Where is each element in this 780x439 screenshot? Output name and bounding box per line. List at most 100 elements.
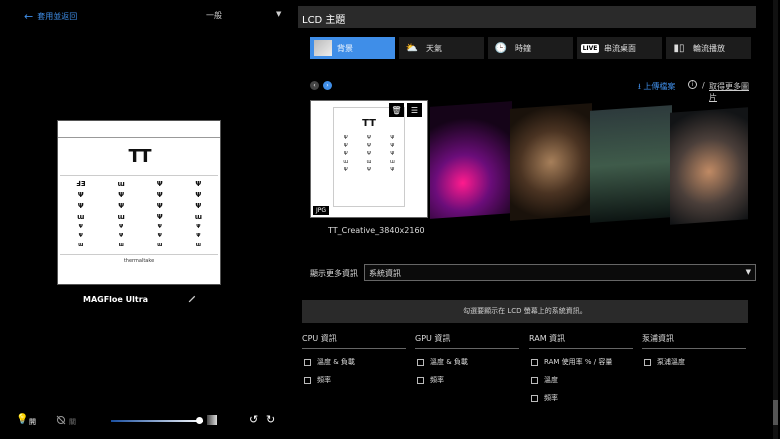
gallery-item[interactable] bbox=[430, 101, 512, 219]
image-gallery: TT ΨΨΨɯΨ ΨΨΨɯΨ ΨΨΨɯΨ 🗑 ☰ JPG bbox=[310, 100, 756, 225]
info-hint: 勾選要顯示在 LCD 螢幕上的系統資訊。 bbox=[302, 300, 748, 323]
thumb-preview: TT ΨΨΨɯΨ ΨΨΨɯΨ ΨΨΨɯΨ bbox=[333, 107, 405, 207]
device-name: MAGFloe Ultra bbox=[83, 295, 149, 304]
chevron-down-icon[interactable]: ▼ bbox=[276, 10, 281, 18]
more-info-label: 顯示更多資訊 bbox=[310, 269, 358, 278]
image-icon bbox=[314, 40, 332, 56]
checkbox-cpu-frequency[interactable]: 頻率 bbox=[304, 375, 406, 385]
chevron-right-icon[interactable]: › bbox=[323, 81, 332, 90]
gallery-item[interactable] bbox=[510, 103, 592, 221]
checkbox-label: 泵浦溫度 bbox=[657, 358, 685, 366]
checkbox-icon[interactable] bbox=[304, 376, 311, 384]
gallery-item[interactable] bbox=[670, 107, 748, 225]
arrow-left-icon: ← bbox=[24, 9, 34, 23]
tab-label: 天氣 bbox=[426, 43, 442, 53]
chevron-left-icon[interactable]: ‹ bbox=[310, 81, 319, 90]
fan-off-label: 關 bbox=[69, 418, 76, 426]
mode-select[interactable]: 一般 bbox=[206, 10, 222, 21]
checkbox-label: 頻率 bbox=[430, 376, 444, 384]
checkbox-cpu-temp-load[interactable]: 溫度 & 負載 bbox=[304, 357, 406, 367]
brightness-icon bbox=[207, 415, 217, 425]
lcd-theme-panel: LCD 主題 背景 ⛅ 天氣 🕒 時鐘 LIVE 串流桌面 ▮▯ 輪流播放 ‹ … bbox=[298, 0, 756, 439]
info-type-value: 系統資訊 bbox=[369, 269, 401, 278]
lcd-preview: TT ℲƎ Ψ Ψɯ Ψ Ψɯ ɯΨΨɯΨΨɯ ΨΨΨΨΨΨɯ ΨΨΨɯΨΨɯ ther… bbox=[57, 120, 221, 285]
group-head: RAM 資訊 bbox=[529, 333, 633, 349]
pencil-icon[interactable] bbox=[188, 294, 197, 303]
upload-file-link[interactable]: ⭳ 上傳檔案 bbox=[638, 81, 675, 95]
checkbox-icon[interactable] bbox=[417, 376, 424, 384]
checkbox-label: 溫度 bbox=[544, 376, 558, 384]
light-on-label: 開 bbox=[29, 418, 36, 426]
group-head: CPU 資訊 bbox=[302, 333, 406, 349]
info-icon[interactable]: i bbox=[688, 80, 697, 89]
chevron-down-icon: ▼ bbox=[745, 268, 751, 276]
tab-live-desktop[interactable]: LIVE 串流桌面 bbox=[577, 37, 662, 59]
group-head: GPU 資訊 bbox=[415, 333, 519, 349]
tt-logo-icon: TT bbox=[362, 118, 376, 129]
slideshow-icon: ▮▯ bbox=[673, 42, 685, 54]
checkbox-gpu-temp-load[interactable]: 溫度 & 負載 bbox=[417, 357, 519, 367]
tab-weather[interactable]: ⛅ 天氣 bbox=[399, 37, 484, 59]
preview-topbar bbox=[58, 121, 220, 138]
device-panel: ← 套用並返回 一般 ▼ TT ℲƎ Ψ Ψɯ Ψ Ψɯ ɯΨΨɯΨΨɯ ΨΨΨΨΨΨɯ… bbox=[0, 0, 292, 439]
tab-slideshow[interactable]: ▮▯ 輪流播放 bbox=[666, 37, 751, 59]
page-title: LCD 主題 bbox=[302, 15, 346, 26]
upload-file-label: 上傳檔案 bbox=[643, 82, 676, 91]
rotate-left-icon[interactable]: ↺ bbox=[249, 413, 258, 426]
preview-column-icon: ℲƎ Ψ Ψɯ Ψ Ψɯ bbox=[75, 180, 86, 248]
brightness-slider-handle[interactable] bbox=[196, 417, 204, 424]
lcd-theme-header: LCD 主題 bbox=[298, 6, 756, 28]
tt-logo-icon: TT bbox=[128, 146, 152, 167]
group-pump: 泵浦資訊 泵浦溫度 bbox=[642, 333, 746, 367]
checkbox-icon[interactable] bbox=[531, 358, 538, 366]
theme-tabs: 背景 ⛅ 天氣 🕒 時鐘 LIVE 串流桌面 ▮▯ 輪流播放 bbox=[310, 37, 751, 59]
gallery-nav: ‹ › bbox=[310, 81, 332, 90]
tab-label: 時鐘 bbox=[515, 43, 531, 53]
checkbox-icon[interactable] bbox=[304, 358, 311, 366]
thumb-column-icon: ΨΨΨɯΨ bbox=[343, 135, 349, 173]
gallery-item-selected[interactable]: TT ΨΨΨɯΨ ΨΨΨɯΨ ΨΨΨɯΨ 🗑 ☰ JPG bbox=[310, 100, 428, 218]
group-cpu: CPU 資訊 溫度 & 負載 頻率 bbox=[302, 333, 406, 385]
checkbox-icon[interactable] bbox=[531, 394, 538, 402]
bulb-icon[interactable]: 💡 bbox=[16, 414, 28, 425]
separator-slash: / bbox=[702, 81, 705, 90]
brightness-slider[interactable] bbox=[111, 417, 204, 424]
tab-clock[interactable]: 🕒 時鐘 bbox=[488, 37, 573, 59]
rotate-right-icon[interactable]: ↻ bbox=[266, 413, 275, 426]
preview-column-icon: ΨΨΨɯΨΨɯ bbox=[194, 180, 203, 248]
selected-image-caption: TT_Creative_3840x2160 bbox=[328, 226, 425, 235]
checkbox-ram-usage[interactable]: RAM 使用率 % / 容量 bbox=[531, 357, 633, 367]
tab-background[interactable]: 背景 bbox=[310, 37, 395, 59]
checkbox-icon[interactable] bbox=[644, 358, 651, 366]
group-ram: RAM 資訊 RAM 使用率 % / 容量 溫度 頻率 bbox=[529, 333, 633, 403]
info-type-select[interactable]: 系統資訊 ▼ bbox=[364, 264, 756, 281]
checkbox-pump-temp[interactable]: 泵浦溫度 bbox=[644, 357, 746, 367]
checkbox-gpu-frequency[interactable]: 頻率 bbox=[417, 375, 519, 385]
apply-and-return-button[interactable]: ← 套用並返回 bbox=[24, 11, 77, 22]
gallery-item[interactable] bbox=[590, 105, 672, 223]
preview-columns: ℲƎ Ψ Ψɯ Ψ Ψɯ ɯΨΨɯΨΨɯ ΨΨΨΨΨΨɯ ΨΨΨɯΨΨɯ bbox=[60, 175, 218, 248]
fan-off-icon[interactable] bbox=[56, 415, 66, 425]
checkbox-label: 頻率 bbox=[544, 394, 558, 402]
checkbox-ram-frequency[interactable]: 頻率 bbox=[531, 393, 633, 403]
window-scrollbar[interactable] bbox=[773, 0, 778, 439]
thumb-column-icon: ΨΨΨɯΨ bbox=[366, 135, 372, 173]
checkbox-icon[interactable] bbox=[417, 358, 424, 366]
group-gpu: GPU 資訊 溫度 & 負載 頻率 bbox=[415, 333, 519, 385]
preview-footer-logo: thermaltake bbox=[60, 254, 218, 264]
tab-label: 輪流播放 bbox=[693, 43, 725, 53]
live-icon: LIVE bbox=[580, 43, 600, 53]
checkbox-label: RAM 使用率 % / 容量 bbox=[544, 358, 613, 366]
checkbox-label: 溫度 & 負載 bbox=[430, 358, 468, 366]
checkbox-ram-temp[interactable]: 溫度 bbox=[531, 375, 633, 385]
weather-icon: ⛅ bbox=[405, 42, 419, 54]
scrollbar-thumb[interactable] bbox=[773, 400, 778, 425]
trash-icon[interactable]: 🗑 bbox=[389, 103, 404, 117]
tab-label: 背景 bbox=[337, 43, 353, 53]
format-badge: JPG bbox=[313, 206, 330, 215]
thumb-columns: ΨΨΨɯΨ ΨΨΨɯΨ ΨΨΨɯΨ bbox=[334, 135, 404, 173]
clock-icon: 🕒 bbox=[494, 42, 508, 54]
checkbox-icon[interactable] bbox=[531, 376, 538, 384]
apply-and-return-label: 套用並返回 bbox=[37, 12, 78, 21]
sliders-icon[interactable]: ☰ bbox=[407, 103, 422, 117]
